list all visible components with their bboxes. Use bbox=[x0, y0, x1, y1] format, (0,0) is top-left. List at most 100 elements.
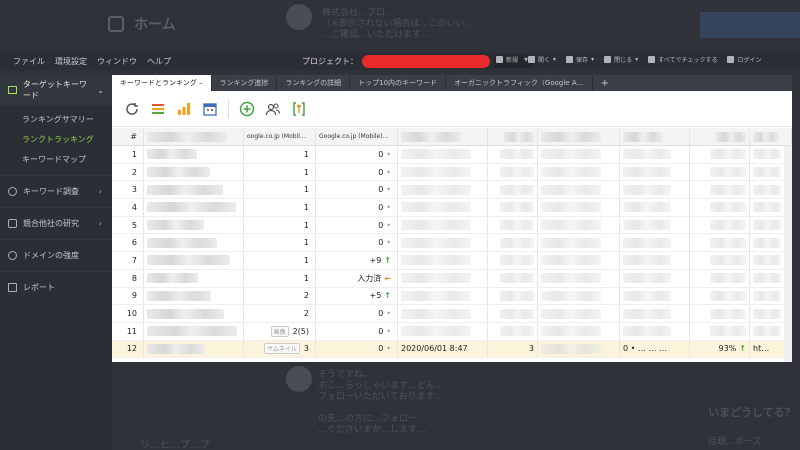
column-header-number[interactable]: # bbox=[112, 128, 144, 145]
value-cell bbox=[538, 252, 620, 269]
value-cell bbox=[488, 322, 538, 340]
row-number: 10 bbox=[112, 305, 144, 322]
gauge-icon bbox=[8, 251, 17, 260]
value-cell bbox=[620, 287, 690, 305]
value-cell bbox=[488, 234, 538, 252]
keyword-cell-blurred bbox=[144, 269, 244, 287]
chevron-right-icon: › bbox=[98, 219, 102, 228]
table-row[interactable]: 9 2 +5 ↑ bbox=[112, 287, 792, 306]
close-button[interactable]: 閉じる ▾ bbox=[604, 55, 638, 64]
bg-left-bottom: リ…ヒ…プ…プ bbox=[140, 440, 210, 450]
sidebar-item-competitor-research[interactable]: 競合他社の研究 › bbox=[0, 207, 112, 239]
top-toolbar: 新規 開く ▾ 保存 ▾ 閉じる ▾ すべてでチェックする ログイン bbox=[496, 55, 761, 64]
open-button[interactable]: 開く ▾ bbox=[528, 55, 556, 64]
calendar-icon[interactable] bbox=[202, 101, 218, 117]
save-button[interactable]: 保存 ▾ bbox=[566, 55, 594, 64]
column-header-blurred[interactable] bbox=[398, 128, 488, 145]
bar-chart-icon[interactable] bbox=[176, 101, 192, 117]
sidebar-item-rank-tracking[interactable]: ランクトラッキング bbox=[0, 129, 112, 149]
value-cell bbox=[690, 146, 750, 163]
rank-cell: 1 bbox=[244, 269, 316, 287]
table-row[interactable]: 12 サムネイル 3 0 • 2020/06/01 8:47 3 0 • … … … 93% ↑ h… bbox=[112, 340, 792, 359]
table-row[interactable]: 4 1 0 • bbox=[112, 199, 792, 217]
refresh-icon[interactable] bbox=[124, 101, 140, 117]
chevron-down-icon: ⌄ bbox=[97, 85, 104, 95]
check-all-button[interactable]: すべてでチェックする bbox=[648, 55, 717, 64]
column-header-blurred[interactable] bbox=[690, 128, 750, 145]
sidebar-item-ranking-summary[interactable]: ランキングサマリー bbox=[0, 109, 112, 129]
rank-cell: 2 bbox=[244, 287, 316, 305]
value-cell bbox=[488, 252, 538, 269]
row-number: 2 bbox=[112, 163, 144, 181]
column-header-blurred[interactable] bbox=[538, 128, 620, 145]
keyword-cell-blurred bbox=[144, 305, 244, 322]
table-row[interactable]: 11 画像 2(5) 0 • bbox=[112, 322, 792, 341]
column-header-blurred[interactable] bbox=[750, 128, 792, 145]
change-cell: 入力済 ← bbox=[316, 269, 398, 287]
date-cell bbox=[398, 163, 488, 181]
rank-cell: 1 bbox=[244, 252, 316, 269]
change-cell: 0 • bbox=[316, 216, 398, 234]
change-cell: +9 ↑ bbox=[316, 252, 398, 269]
value-cell bbox=[690, 199, 750, 216]
keyword-cell-blurred bbox=[144, 322, 244, 340]
tab-keywords-and-rankings[interactable]: キーワードとランキング – bbox=[112, 75, 212, 91]
tab-organic-traffic[interactable]: オーガニックトラフィック（Google A… bbox=[446, 75, 593, 91]
change-cell: 0 • bbox=[316, 163, 398, 181]
table-row[interactable]: 6 1 0 • bbox=[112, 234, 792, 253]
tab-ranking-details[interactable]: ランキングの詳細 bbox=[277, 75, 351, 91]
date-cell bbox=[398, 305, 488, 322]
table-row[interactable]: 3 1 0 • bbox=[112, 181, 792, 200]
list-colors-icon[interactable] bbox=[150, 101, 166, 117]
sidebar-item-keyword-map[interactable]: キーワードマップ bbox=[0, 149, 112, 169]
column-header-blurred[interactable] bbox=[620, 128, 690, 145]
value-cell bbox=[690, 322, 750, 340]
value-cell bbox=[538, 287, 620, 305]
grid-body: 1 1 0 • 2 1 0 • 3 1 0 • 4 1 0 • 5 1 0 • 6 1 0 • 7 1 +9 ↑ 8 1 入力済 ← 9 2 +5 ↑… bbox=[112, 146, 792, 359]
table-row[interactable]: 1 1 0 • bbox=[112, 146, 792, 164]
value-cell bbox=[690, 269, 750, 287]
table-row[interactable]: 5 1 0 • bbox=[112, 216, 792, 235]
menu-file[interactable]: ファイル bbox=[8, 56, 50, 67]
column-header-blurred[interactable] bbox=[488, 128, 538, 145]
tab-top10-keywords[interactable]: トップ10内のキーワード bbox=[350, 75, 447, 91]
report-icon bbox=[8, 283, 17, 292]
row-number: 11 bbox=[112, 322, 144, 340]
bracket-tag-icon[interactable] bbox=[291, 101, 307, 117]
value-cell bbox=[620, 234, 690, 252]
tab-bar: キーワードとランキング – ランキング進捗 ランキングの詳細 トップ10内のキー… bbox=[112, 75, 792, 91]
vertical-scrollbar[interactable] bbox=[784, 146, 792, 362]
add-keyword-icon[interactable] bbox=[239, 101, 255, 117]
chart-icon bbox=[8, 86, 17, 94]
value-cell bbox=[690, 305, 750, 322]
rank-cell: 2 bbox=[244, 305, 316, 322]
login-button[interactable]: ログイン bbox=[727, 55, 761, 64]
add-tab-button[interactable]: + bbox=[593, 75, 617, 91]
table-row[interactable]: 8 1 入力済 ← bbox=[112, 269, 792, 288]
menu-window[interactable]: ウィンドウ bbox=[92, 56, 142, 67]
table-row[interactable]: 7 1 +9 ↑ bbox=[112, 252, 792, 270]
rank-cell: 画像 2(5) bbox=[244, 322, 316, 340]
table-row[interactable]: 2 1 0 • bbox=[112, 163, 792, 182]
column-header-change[interactable]: Google.co.jp (Mobile)… bbox=[316, 128, 398, 145]
change-cell: 0 • bbox=[316, 234, 398, 252]
menu-preferences[interactable]: 環境設定 bbox=[50, 56, 92, 67]
chevron-right-icon: › bbox=[98, 187, 102, 196]
competitors-icon[interactable] bbox=[265, 101, 281, 117]
value-cell bbox=[538, 216, 620, 234]
column-header-keyword[interactable] bbox=[144, 128, 244, 145]
column-header-rank[interactable]: oogle.co.jp (Mobil… bbox=[244, 128, 316, 145]
value-cell bbox=[488, 163, 538, 181]
table-row[interactable]: 10 2 0 • bbox=[112, 305, 792, 323]
new-button[interactable]: 新規 bbox=[496, 55, 518, 64]
tab-ranking-progress[interactable]: ランキング進捗 bbox=[212, 75, 278, 91]
sidebar-item-target-keywords[interactable]: ターゲットキーワード ⌄ bbox=[0, 75, 112, 105]
keyword-cell-blurred bbox=[144, 234, 244, 252]
sidebar-item-domain-strength[interactable]: ドメインの強度 bbox=[0, 239, 112, 271]
sidebar-item-reports[interactable]: レポート bbox=[0, 271, 112, 303]
sidebar-item-keyword-research[interactable]: キーワード調査 › bbox=[0, 175, 112, 207]
menu-help[interactable]: ヘルプ bbox=[142, 56, 176, 67]
value-cell bbox=[620, 322, 690, 340]
keyword-cell-blurred bbox=[144, 252, 244, 269]
project-name-redacted[interactable] bbox=[362, 55, 490, 68]
